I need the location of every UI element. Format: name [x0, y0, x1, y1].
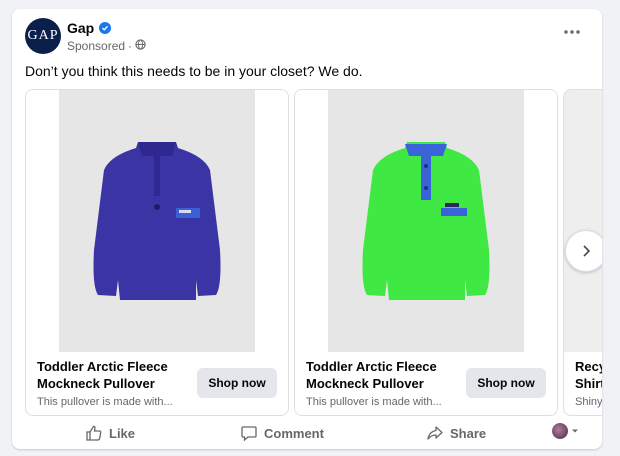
product-image-background — [564, 90, 602, 352]
shop-now-button[interactable]: Shop now — [466, 368, 546, 398]
carousel-next-button[interactable] — [565, 230, 602, 272]
purple-pullover-illustration — [93, 142, 221, 300]
product-carousel: Toddler Arctic Fleece Mockneck Pullover … — [24, 89, 602, 416]
meta-separator: · — [128, 39, 133, 53]
product-card[interactable]: Toddler Arctic Fleece Mockneck Pullover … — [25, 89, 289, 416]
comment-label: Comment — [264, 425, 324, 441]
product-title[interactable]: Recy Shirt — [575, 358, 602, 392]
product-description: Shiny — [575, 396, 602, 408]
thumbs-up-icon — [86, 425, 102, 441]
share-label: Share — [450, 425, 487, 441]
post-meta: Sponsored · — [67, 39, 146, 53]
page-avatar[interactable]: GAP — [25, 18, 61, 54]
like-label: Like — [109, 425, 136, 441]
caret-down-icon — [572, 429, 578, 433]
product-image[interactable] — [564, 90, 602, 352]
product-image[interactable] — [295, 90, 557, 352]
verified-badge-icon — [99, 22, 112, 34]
green-pullover-illustration — [362, 142, 490, 300]
post-text: Don’t you think this needs to be in your… — [25, 63, 363, 79]
product-image[interactable] — [26, 90, 288, 352]
product-title[interactable]: Toddler Arctic Fleece Mockneck Pullover — [306, 358, 466, 392]
page-name[interactable]: Gap — [67, 20, 112, 36]
sponsored-label[interactable]: Sponsored — [67, 39, 125, 53]
share-button[interactable]: Share — [426, 421, 486, 445]
chevron-right-icon — [583, 245, 591, 257]
product-card[interactable]: Toddler Arctic Fleece Mockneck Pullover … — [294, 89, 558, 416]
gap-logo: GAP — [27, 28, 59, 43]
post-action-bar: Like Comment Share — [12, 419, 602, 447]
comment-button[interactable]: Comment — [240, 421, 324, 445]
reaction-selector[interactable] — [552, 423, 579, 439]
more-options-icon[interactable] — [560, 22, 584, 42]
user-avatar — [552, 423, 568, 439]
ad-post-card: GAP Gap Sponsored · Don’t you think this… — [12, 9, 602, 449]
shop-now-button[interactable]: Shop now — [197, 368, 277, 398]
product-description: This pullover is made with... — [306, 396, 442, 408]
share-arrow-icon — [427, 426, 443, 440]
comment-bubble-icon — [241, 426, 257, 442]
product-description: This pullover is made with... — [37, 396, 173, 408]
page-name-text[interactable]: Gap — [67, 20, 94, 36]
like-button[interactable]: Like — [85, 421, 135, 445]
product-title[interactable]: Toddler Arctic Fleece Mockneck Pullover — [37, 358, 197, 392]
globe-icon[interactable] — [135, 39, 146, 53]
